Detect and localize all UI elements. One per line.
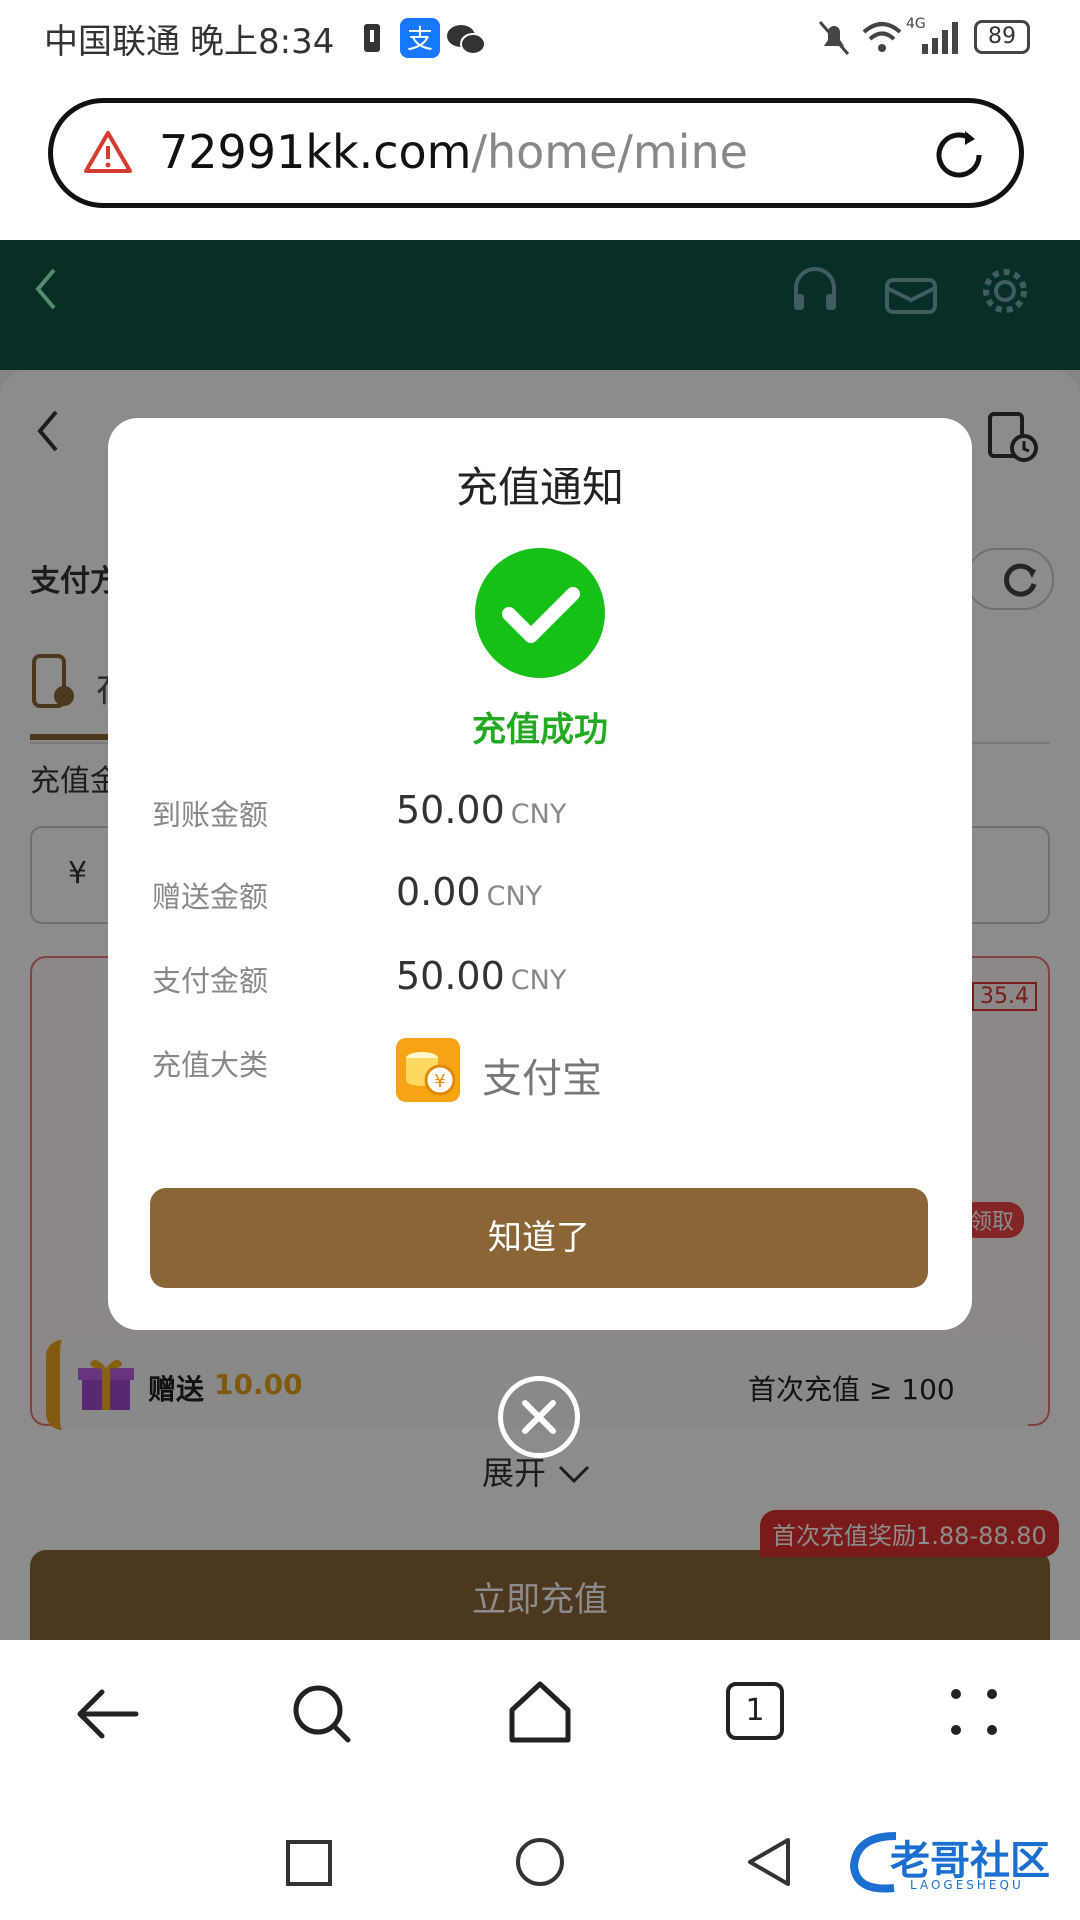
status-bar: 中国联通 晚上8:34 支 4G 89 — [0, 0, 1080, 80]
recent-apps-icon[interactable] — [284, 1838, 334, 1888]
system-nav-bar: 老哥社区 LAOGESHEQU — [0, 1800, 1080, 1920]
url-domain: 72991kk.com — [159, 125, 472, 179]
address-bar[interactable]: 72991kk.com/home/mine — [48, 98, 1024, 208]
row-label: 到账金额 — [152, 798, 269, 832]
row-label: 支付金额 — [152, 964, 269, 998]
svg-text:¥: ¥ — [434, 1071, 445, 1092]
reload-icon[interactable] — [929, 125, 989, 185]
signal-icon — [922, 22, 958, 54]
watermark-sub: LAOGESHEQU — [910, 1878, 1024, 1892]
dialog-title: 充值通知 — [455, 463, 624, 512]
row-label: 赠送金额 — [152, 880, 269, 914]
warning-icon[interactable] — [83, 129, 133, 175]
close-icon — [522, 1400, 556, 1434]
carrier-label: 中国联通 — [44, 22, 180, 62]
url-path: /home/mine — [471, 125, 748, 179]
svg-text:支: 支 — [407, 25, 433, 55]
home-icon[interactable] — [506, 1678, 574, 1746]
home-circle-icon[interactable] — [514, 1836, 566, 1888]
close-dialog-button[interactable] — [498, 1376, 580, 1458]
category-label: 充值大类 — [152, 1048, 269, 1082]
coins-icon: ¥ — [396, 1038, 460, 1102]
url-text[interactable]: 72991kk.com/home/mine — [159, 125, 748, 179]
back-triangle-icon[interactable] — [744, 1836, 794, 1888]
battery-icon — [364, 24, 380, 52]
watermark-logo: 老哥社区 LAOGESHEQU — [846, 1822, 1066, 1902]
browser-toolbar: 72991kk.com/home/mine — [0, 80, 1080, 240]
menu-dots-icon[interactable] — [944, 1682, 1004, 1742]
wifi-icon — [862, 22, 902, 52]
mute-icon — [818, 21, 850, 55]
back-arrow-icon[interactable] — [76, 1684, 140, 1744]
success-check-icon — [475, 548, 605, 678]
search-icon[interactable] — [290, 1682, 354, 1746]
browser-bottom-bar: 1 — [0, 1640, 1080, 1800]
status-time: 晚上8:34 — [190, 22, 335, 62]
confirm-button[interactable]: 知道了 — [150, 1188, 928, 1288]
row-value: 50.00 CNY — [396, 954, 567, 998]
recharge-notice-dialog: 充值通知 充值成功 到账金额 50.00 CNY 赠送金额 0.00 CNY 支付金… — [108, 418, 972, 1330]
category-value: 支付宝 — [482, 1056, 602, 1102]
battery-level: 89 — [974, 20, 1030, 54]
success-status: 充值成功 — [472, 710, 608, 750]
wechat-icon — [447, 25, 486, 55]
alipay-app-icon: 支 — [400, 18, 440, 58]
row-value: 0.00 CNY — [396, 870, 543, 914]
row-value: 50.00 CNY — [396, 788, 567, 832]
tabs-icon[interactable]: 1 — [726, 1682, 784, 1740]
